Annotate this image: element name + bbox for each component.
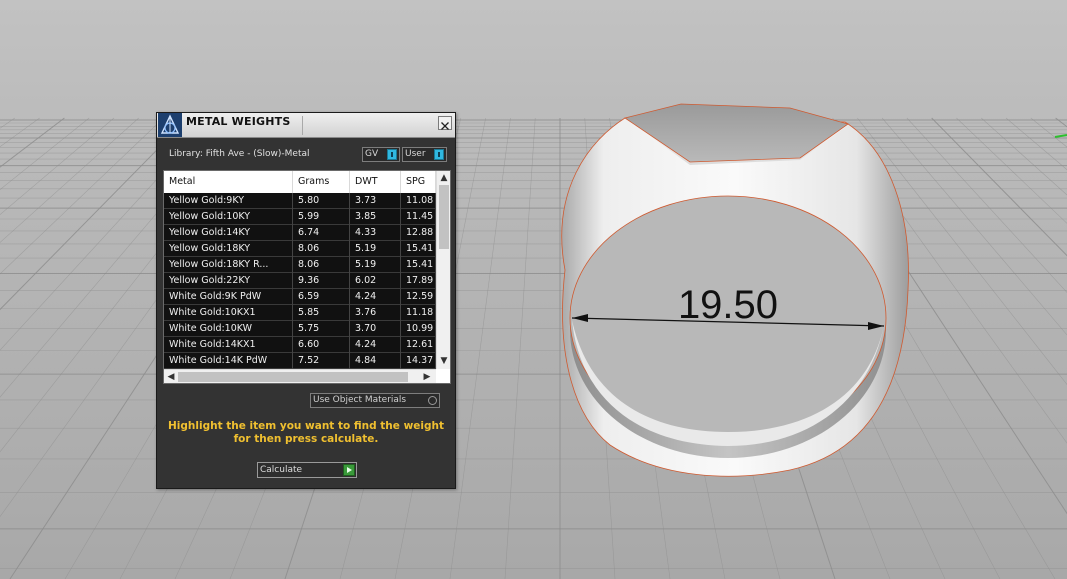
scroll-thumb-horizontal[interactable]: [178, 372, 408, 382]
horizontal-scrollbar[interactable]: ◀ ▶: [164, 369, 436, 383]
spg-cell: 12.61: [401, 337, 436, 353]
grams-cell: 5.75: [293, 321, 350, 337]
metal-cell: White Gold:9K PdW: [164, 289, 293, 305]
use-object-materials-option[interactable]: Use Object Materials: [310, 393, 440, 408]
table-header: Metal Grams DWT SPG: [164, 171, 436, 194]
spg-cell: 15.41: [401, 241, 436, 257]
metal-cell: White Gold:14KX1: [164, 337, 293, 353]
scroll-thumb[interactable]: [439, 185, 449, 249]
grams-cell: 8.06: [293, 241, 350, 257]
metal-cell: White Gold:10KW: [164, 321, 293, 337]
scroll-left-icon[interactable]: ◀: [165, 371, 177, 383]
gv-toggle-label: GV: [365, 149, 379, 159]
column-header-spg[interactable]: SPG: [401, 171, 436, 193]
grams-cell: 7.52: [293, 353, 350, 369]
metal-cell: Yellow Gold:10KY: [164, 209, 293, 225]
table-row[interactable]: Yellow Gold:9KY 5.80 3.73 11.08: [164, 193, 436, 209]
dwt-cell: 5.19: [350, 257, 401, 273]
spg-cell: 10.99: [401, 321, 436, 337]
dwt-cell: 4.24: [350, 337, 401, 353]
user-toggle[interactable]: User: [402, 147, 447, 162]
vertical-scrollbar[interactable]: ▲ ▼: [436, 171, 450, 369]
dwt-cell: 3.85: [350, 209, 401, 225]
grams-cell: 8.06: [293, 257, 350, 273]
grams-cell: 6.60: [293, 337, 350, 353]
dialog-title: METAL WEIGHTS: [186, 115, 291, 128]
gv-toggle[interactable]: GV: [362, 147, 400, 162]
metal-weights-dialog: METAL WEIGHTS Library: Fifth Ave - (Slow…: [156, 112, 456, 489]
app-logo-icon: [158, 113, 182, 137]
table-row[interactable]: Yellow Gold:22KY 9.36 6.02 17.89: [164, 273, 436, 289]
dwt-cell: 6.02: [350, 273, 401, 289]
spg-cell: 12.88: [401, 225, 436, 241]
scroll-up-icon[interactable]: ▲: [438, 172, 450, 184]
toggle-switch-icon: [387, 149, 397, 160]
metal-cell: White Gold:14K PdW: [164, 353, 293, 369]
table-row[interactable]: Yellow Gold:18KY R... 8.06 5.19 15.41: [164, 257, 436, 273]
grams-cell: 5.80: [293, 193, 350, 209]
table-body: Yellow Gold:9KY 5.80 3.73 11.08 Yellow Gold:…: [164, 193, 436, 369]
table-row[interactable]: White Gold:14K PdW 7.52 4.84 14.37: [164, 353, 436, 369]
column-header-metal[interactable]: Metal: [164, 171, 293, 193]
dimension-value: 19.50: [678, 283, 778, 327]
column-header-dwt[interactable]: DWT: [350, 171, 401, 193]
dwt-cell: 3.73: [350, 193, 401, 209]
toggle-switch-icon: [434, 149, 444, 160]
dwt-cell: 4.84: [350, 353, 401, 369]
column-header-grams[interactable]: Grams: [293, 171, 350, 193]
dialog-titlebar[interactable]: METAL WEIGHTS: [157, 113, 455, 138]
library-label: Library: Fifth Ave - (Slow)-Metal: [169, 149, 310, 159]
radio-icon: [428, 396, 437, 405]
table-row[interactable]: Yellow Gold:14KY 6.74 4.33 12.88: [164, 225, 436, 241]
dwt-cell: 4.24: [350, 289, 401, 305]
metal-cell: Yellow Gold:9KY: [164, 193, 293, 209]
spg-cell: 14.37: [401, 353, 436, 369]
user-toggle-label: User: [405, 149, 426, 159]
spg-cell: 17.89: [401, 273, 436, 289]
table-row[interactable]: White Gold:10KW 5.75 3.70 10.99: [164, 321, 436, 337]
dwt-cell: 3.70: [350, 321, 401, 337]
grams-cell: 5.85: [293, 305, 350, 321]
spg-cell: 12.59: [401, 289, 436, 305]
dwt-cell: 5.19: [350, 241, 401, 257]
grams-cell: 6.59: [293, 289, 350, 305]
dwt-cell: 4.33: [350, 225, 401, 241]
scroll-down-icon[interactable]: ▼: [438, 355, 450, 367]
table-row[interactable]: White Gold:10KX1 5.85 3.76 11.18: [164, 305, 436, 321]
close-button[interactable]: [438, 116, 452, 130]
table-row[interactable]: Yellow Gold:10KY 5.99 3.85 11.45: [164, 209, 436, 225]
spg-cell: 11.45: [401, 209, 436, 225]
calculate-label: Calculate: [260, 465, 303, 475]
spg-cell: 11.18: [401, 305, 436, 321]
metal-cell: White Gold:10KX1: [164, 305, 293, 321]
title-divider: [302, 116, 303, 135]
metal-cell: Yellow Gold:14KY: [164, 225, 293, 241]
spg-cell: 15.41: [401, 257, 436, 273]
spg-cell: 11.08: [401, 193, 436, 209]
grams-cell: 9.36: [293, 273, 350, 289]
table-row[interactable]: White Gold:14KX1 6.60 4.24 12.61: [164, 337, 436, 353]
table-row[interactable]: Yellow Gold:18KY 8.06 5.19 15.41: [164, 241, 436, 257]
calculate-button[interactable]: Calculate: [257, 462, 357, 478]
metal-cell: Yellow Gold:18KY: [164, 241, 293, 257]
close-icon: [441, 122, 449, 130]
grams-cell: 6.74: [293, 225, 350, 241]
metal-table: Metal Grams DWT SPG Yellow Gold:9KY 5.80 3…: [163, 170, 451, 384]
metal-cell: Yellow Gold:22KY: [164, 273, 293, 289]
metal-cell: Yellow Gold:18KY R...: [164, 257, 293, 273]
dwt-cell: 3.76: [350, 305, 401, 321]
grams-cell: 5.99: [293, 209, 350, 225]
use-object-materials-label: Use Object Materials: [313, 395, 407, 405]
table-row[interactable]: White Gold:9K PdW 6.59 4.24 12.59: [164, 289, 436, 305]
scroll-right-icon[interactable]: ▶: [421, 371, 433, 383]
play-arrow-icon: [343, 464, 355, 476]
instruction-text: Highlight the item you want to find the …: [168, 420, 444, 445]
